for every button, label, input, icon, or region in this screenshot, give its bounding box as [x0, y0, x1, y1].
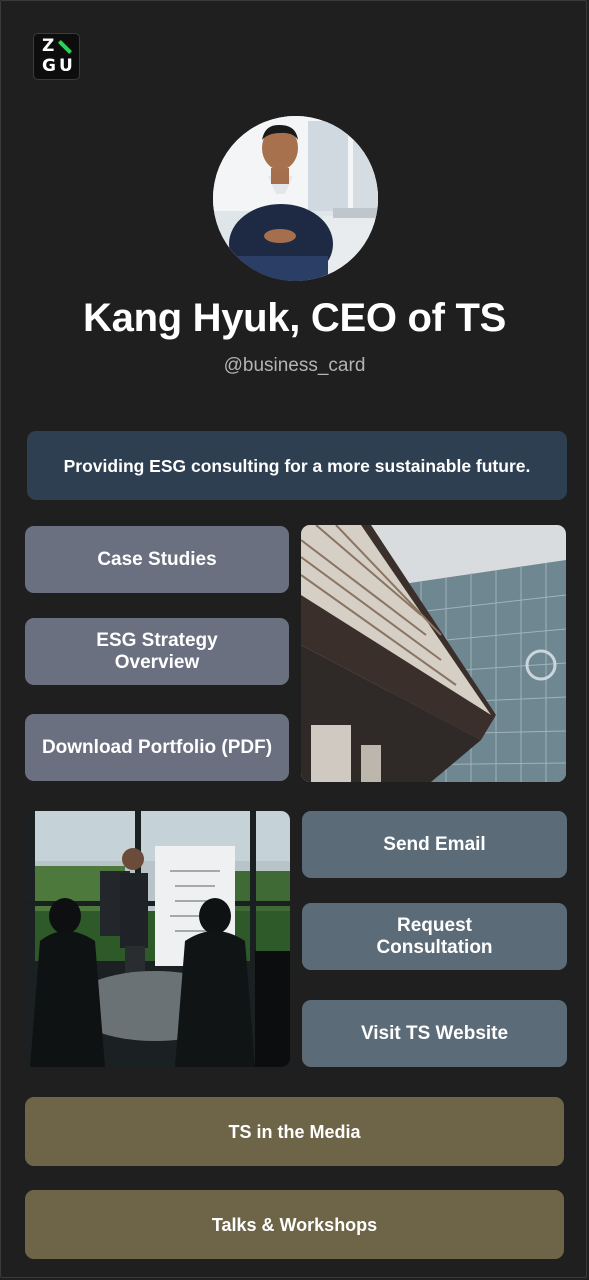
building-photo [301, 525, 566, 782]
ts-in-the-media-button[interactable]: TS in the Media [25, 1097, 564, 1166]
request-consultation-button[interactable]: Request Consultation [302, 903, 567, 970]
profile-avatar [213, 116, 378, 281]
send-email-button[interactable]: Send Email [302, 811, 567, 878]
meeting-photo [25, 811, 290, 1067]
case-studies-button[interactable]: Case Studies [25, 526, 289, 593]
logo-letter-z: Z [42, 36, 55, 56]
logo-slash-mark [57, 39, 73, 55]
esg-strategy-overview-button[interactable]: ESG Strategy Overview [25, 618, 289, 685]
logo-letter-u: U [59, 56, 73, 76]
download-portfolio-button[interactable]: Download Portfolio (PDF) [25, 714, 289, 781]
profile-handle: @business_card [223, 355, 366, 376]
profile-name: Kang Hyuk, CEO of TS [83, 296, 506, 340]
tagline-banner[interactable]: Providing ESG consulting for a more sust… [27, 431, 567, 500]
visit-ts-website-button[interactable]: Visit TS Website [302, 1000, 567, 1067]
zgu-logo[interactable]: Z G U [33, 33, 80, 80]
logo-letter-g: G [42, 56, 56, 76]
talks-workshops-button[interactable]: Talks & Workshops [25, 1190, 564, 1259]
